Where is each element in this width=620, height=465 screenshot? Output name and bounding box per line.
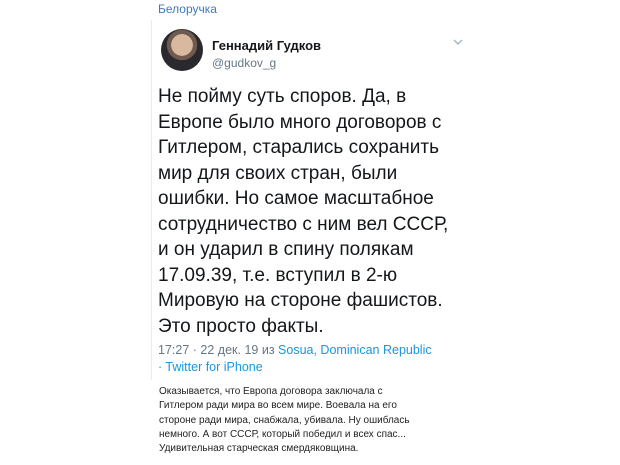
- channel-name[interactable]: Белоручка: [158, 2, 217, 16]
- tweet-text: Не пойму суть споров. Да, в Европе было …: [158, 86, 449, 337]
- location-prefix: из: [261, 343, 275, 357]
- tweet-time: 17:27: [158, 343, 190, 357]
- author-handle[interactable]: @gudkov_g: [212, 56, 276, 70]
- tweet-meta: 17:27 · 22 дек. 19 из Sosua, Dominican R…: [158, 343, 432, 374]
- post-caption: Оказывается, что Европа договора заключа…: [159, 386, 410, 455]
- tweet-location-link[interactable]: Sosua, Dominican Republic: [278, 343, 432, 357]
- author-name[interactable]: Геннадий Гудков: [212, 38, 321, 53]
- tweet-client-link[interactable]: Twitter for iPhone: [165, 360, 262, 374]
- tweet-card: Геннадий Гудков @gudkov_g Не пойму суть …: [151, 20, 482, 380]
- chevron-down-icon[interactable]: [452, 36, 464, 48]
- tweet-date[interactable]: 22 дек. 19: [200, 343, 258, 357]
- author-avatar[interactable]: [161, 29, 203, 71]
